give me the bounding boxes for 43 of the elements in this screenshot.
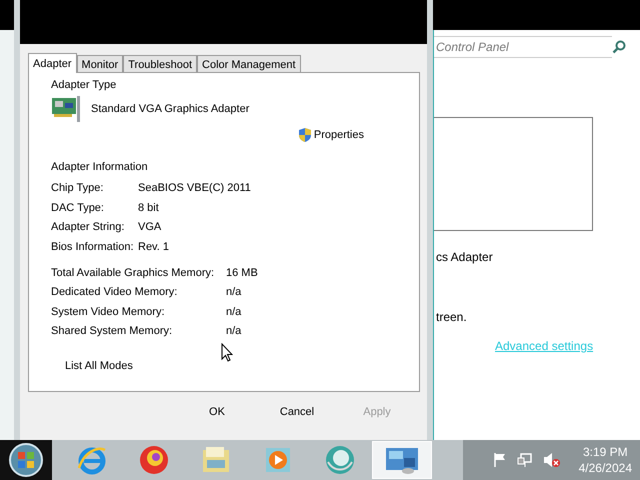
clock-time: 3:19 PM	[582, 444, 628, 460]
globe-icon	[324, 444, 356, 476]
memory-value: n/a	[226, 324, 242, 338]
cursor-icon	[221, 343, 233, 362]
info-value: 8 bit	[138, 200, 160, 214]
memory-label: System Video Memory:	[51, 304, 166, 318]
adapter-text: cs Adapter	[436, 250, 493, 264]
memory-value: 16 MB	[226, 266, 259, 280]
network-icon[interactable]	[516, 452, 533, 468]
memory-label: Dedicated Video Memory:	[51, 285, 178, 299]
adapter-name: Standard VGA Graphics Adapter	[91, 103, 250, 115]
info-value: Rev. 1	[138, 240, 170, 254]
description-text: treen.	[436, 310, 467, 324]
clock-date: 4/26/2024	[578, 460, 632, 476]
tab[interactable]: Monitor	[76, 55, 124, 72]
section-heading: Adapter Type	[51, 79, 118, 93]
dialog-button[interactable]: Cancel	[264, 404, 330, 420]
properties-button[interactable]: Properties	[298, 127, 364, 143]
tab[interactable]: Adapter	[28, 53, 77, 73]
memory-label: Shared System Memory:	[51, 324, 174, 338]
tab[interactable]: Troubleshoot	[123, 55, 198, 72]
search-field[interactable]: Control Panel	[434, 36, 612, 58]
speaker-muted-icon[interactable]	[542, 452, 561, 468]
info-value: SeaBIOS VBE(C) 2011	[138, 181, 252, 195]
dialog-button[interactable]: OK	[184, 404, 250, 420]
browser-icon	[138, 444, 170, 476]
shield-icon	[298, 127, 312, 143]
list-all-modes-button[interactable]: List All Modes	[59, 358, 139, 374]
info-label: Bios Information:	[51, 240, 135, 254]
section-heading: Adapter Information	[51, 161, 149, 175]
taskbar-app[interactable]	[372, 441, 432, 479]
tab[interactable]: Color Management	[197, 55, 301, 72]
info-label: DAC Type:	[51, 200, 105, 214]
info-label: Adapter String:	[51, 220, 126, 234]
memory-label: Total Available Graphics Memory:	[51, 266, 216, 280]
flag-icon[interactable]	[492, 452, 507, 468]
memory-value: n/a	[226, 285, 242, 299]
memory-value: n/a	[226, 304, 242, 318]
info-label: Chip Type:	[51, 181, 104, 195]
info-value: VGA	[138, 220, 162, 234]
search-icon[interactable]	[612, 40, 626, 54]
graphics-card-icon	[51, 95, 83, 123]
start-button[interactable]	[0, 440, 52, 480]
